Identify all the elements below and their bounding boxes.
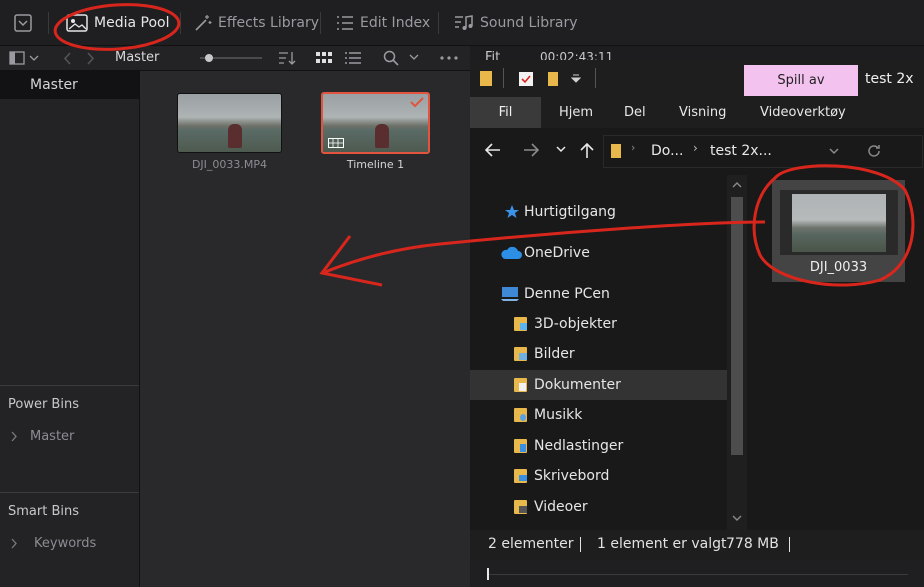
annotation-arrow <box>324 220 766 274</box>
annotation-circle-media-pool <box>53 3 181 51</box>
annotation-arrowhead <box>319 235 383 287</box>
annotation-overlay <box>53 3 915 287</box>
annotation-circle-file <box>752 164 915 287</box>
